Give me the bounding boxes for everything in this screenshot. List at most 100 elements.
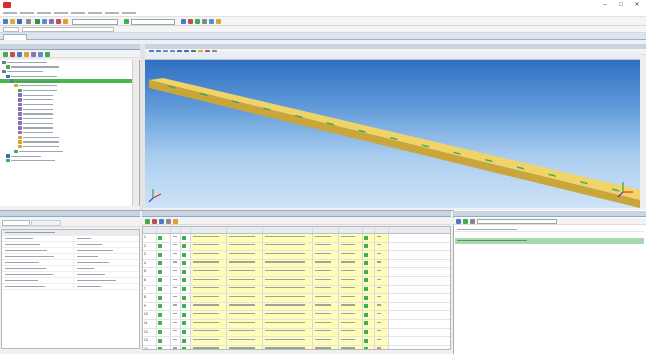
right-panel-select[interactable] xyxy=(477,219,557,224)
grid-cell[interactable] xyxy=(339,328,363,337)
tool-icon[interactable] xyxy=(470,219,475,224)
grid-cell[interactable] xyxy=(263,294,313,302)
grid-row[interactable]: 14 xyxy=(143,345,450,349)
menu-item-3[interactable] xyxy=(37,12,51,14)
grid-cell[interactable] xyxy=(363,242,375,251)
grid-cell[interactable] xyxy=(191,302,227,311)
grid-cell[interactable]: 2 xyxy=(143,242,157,251)
grid-cell[interactable]: 3 xyxy=(143,251,157,259)
grid-cell[interactable] xyxy=(339,302,363,311)
right-panel-option-row[interactable] xyxy=(455,227,644,232)
grid-cell[interactable] xyxy=(363,285,375,294)
tool-icon[interactable] xyxy=(24,52,29,57)
close-button[interactable]: ✕ xyxy=(630,1,644,9)
grid-row[interactable]: 12 xyxy=(143,328,450,338)
grid-cell[interactable] xyxy=(363,294,375,302)
grid-cell[interactable] xyxy=(227,242,263,251)
grid-cell[interactable] xyxy=(363,234,375,242)
grid-header-cell[interactable] xyxy=(181,227,191,233)
grid-cell[interactable]: 7 xyxy=(143,285,157,294)
grid-cell[interactable] xyxy=(181,328,191,337)
grid-cell[interactable] xyxy=(313,242,339,251)
mode-select[interactable] xyxy=(72,18,118,25)
view-select[interactable] xyxy=(131,18,175,25)
grid-cell[interactable] xyxy=(191,268,227,276)
grid-cell[interactable] xyxy=(181,294,191,302)
grid-cell[interactable] xyxy=(171,311,181,319)
remove-icon[interactable] xyxy=(10,52,15,57)
property-value[interactable] xyxy=(74,272,139,277)
grid-cell[interactable] xyxy=(375,302,389,311)
tool-icon[interactable] xyxy=(209,19,214,24)
grid-cell[interactable] xyxy=(227,268,263,276)
new-file-icon[interactable] xyxy=(3,19,8,24)
tool-icon[interactable] xyxy=(463,219,468,224)
open-folder-icon[interactable] xyxy=(10,19,15,24)
grid-cell[interactable] xyxy=(375,242,389,251)
grid-cell[interactable] xyxy=(263,328,313,337)
grid-cell[interactable] xyxy=(263,251,313,259)
tool-icon[interactable] xyxy=(202,19,207,24)
grid-cell[interactable] xyxy=(313,311,339,319)
grid-cell[interactable] xyxy=(171,276,181,285)
grid-cell[interactable] xyxy=(227,294,263,302)
grid-cell[interactable] xyxy=(227,311,263,319)
print-icon[interactable] xyxy=(26,19,31,24)
grid-cell[interactable] xyxy=(263,242,313,251)
grid-cell[interactable] xyxy=(375,294,389,302)
grid-cell[interactable] xyxy=(171,234,181,242)
grid-cell[interactable] xyxy=(181,285,191,294)
structure-tree[interactable] xyxy=(0,60,140,206)
grid-header-cell[interactable] xyxy=(157,227,171,233)
grid-cell[interactable] xyxy=(263,302,313,311)
grid-cell[interactable] xyxy=(375,311,389,319)
grid-row[interactable]: 9 xyxy=(143,302,450,312)
grid-cell[interactable] xyxy=(375,276,389,285)
grid-cell[interactable] xyxy=(313,337,339,345)
grid-row[interactable]: 4 xyxy=(143,259,450,269)
grid-cell[interactable] xyxy=(375,234,389,242)
grid-cell[interactable] xyxy=(191,337,227,345)
grid-cell[interactable] xyxy=(313,259,339,268)
menu-item-2[interactable] xyxy=(20,12,34,14)
tool-icon[interactable] xyxy=(188,19,193,24)
grid-cell[interactable] xyxy=(171,268,181,276)
tool-icon[interactable] xyxy=(166,219,171,224)
tree-item[interactable] xyxy=(0,158,139,163)
grid-cell[interactable] xyxy=(191,259,227,268)
add-icon[interactable] xyxy=(3,52,8,57)
grid-cell[interactable] xyxy=(375,268,389,276)
grid-cell[interactable] xyxy=(171,285,181,294)
grid-cell[interactable] xyxy=(313,276,339,285)
grid-cell[interactable] xyxy=(181,234,191,242)
grid-cell[interactable] xyxy=(375,251,389,259)
grid-cell[interactable]: 5 xyxy=(143,268,157,276)
grid-cell[interactable]: 9 xyxy=(143,302,157,311)
grid-cell[interactable] xyxy=(263,276,313,285)
grid-cell[interactable] xyxy=(157,234,171,242)
grid-cell[interactable]: 11 xyxy=(143,319,157,328)
menu-item-6[interactable] xyxy=(88,12,102,14)
grid-cell[interactable] xyxy=(339,294,363,302)
grid-cell[interactable] xyxy=(363,276,375,285)
grid-cell[interactable] xyxy=(227,345,263,349)
grid-cell[interactable] xyxy=(363,251,375,259)
tool-icon[interactable] xyxy=(49,19,54,24)
grid-cell[interactable] xyxy=(191,345,227,349)
grid-header-cell[interactable] xyxy=(363,227,375,233)
grid-cell[interactable] xyxy=(313,294,339,302)
grid-cell[interactable] xyxy=(313,268,339,276)
grid-cell[interactable] xyxy=(363,302,375,311)
grid-cell[interactable] xyxy=(227,234,263,242)
menu-item-5[interactable] xyxy=(71,12,85,14)
tool-icon[interactable] xyxy=(173,219,178,224)
grid-cell[interactable] xyxy=(313,302,339,311)
property-value[interactable] xyxy=(74,242,139,247)
property-value[interactable] xyxy=(74,266,139,271)
grid-cell[interactable] xyxy=(263,345,313,349)
tool-icon[interactable] xyxy=(159,219,164,224)
properties-tab-2[interactable] xyxy=(31,220,61,226)
grid-row[interactable]: 10 xyxy=(143,311,450,320)
grid-cell[interactable] xyxy=(181,319,191,328)
properties-tab-1[interactable] xyxy=(2,220,30,226)
